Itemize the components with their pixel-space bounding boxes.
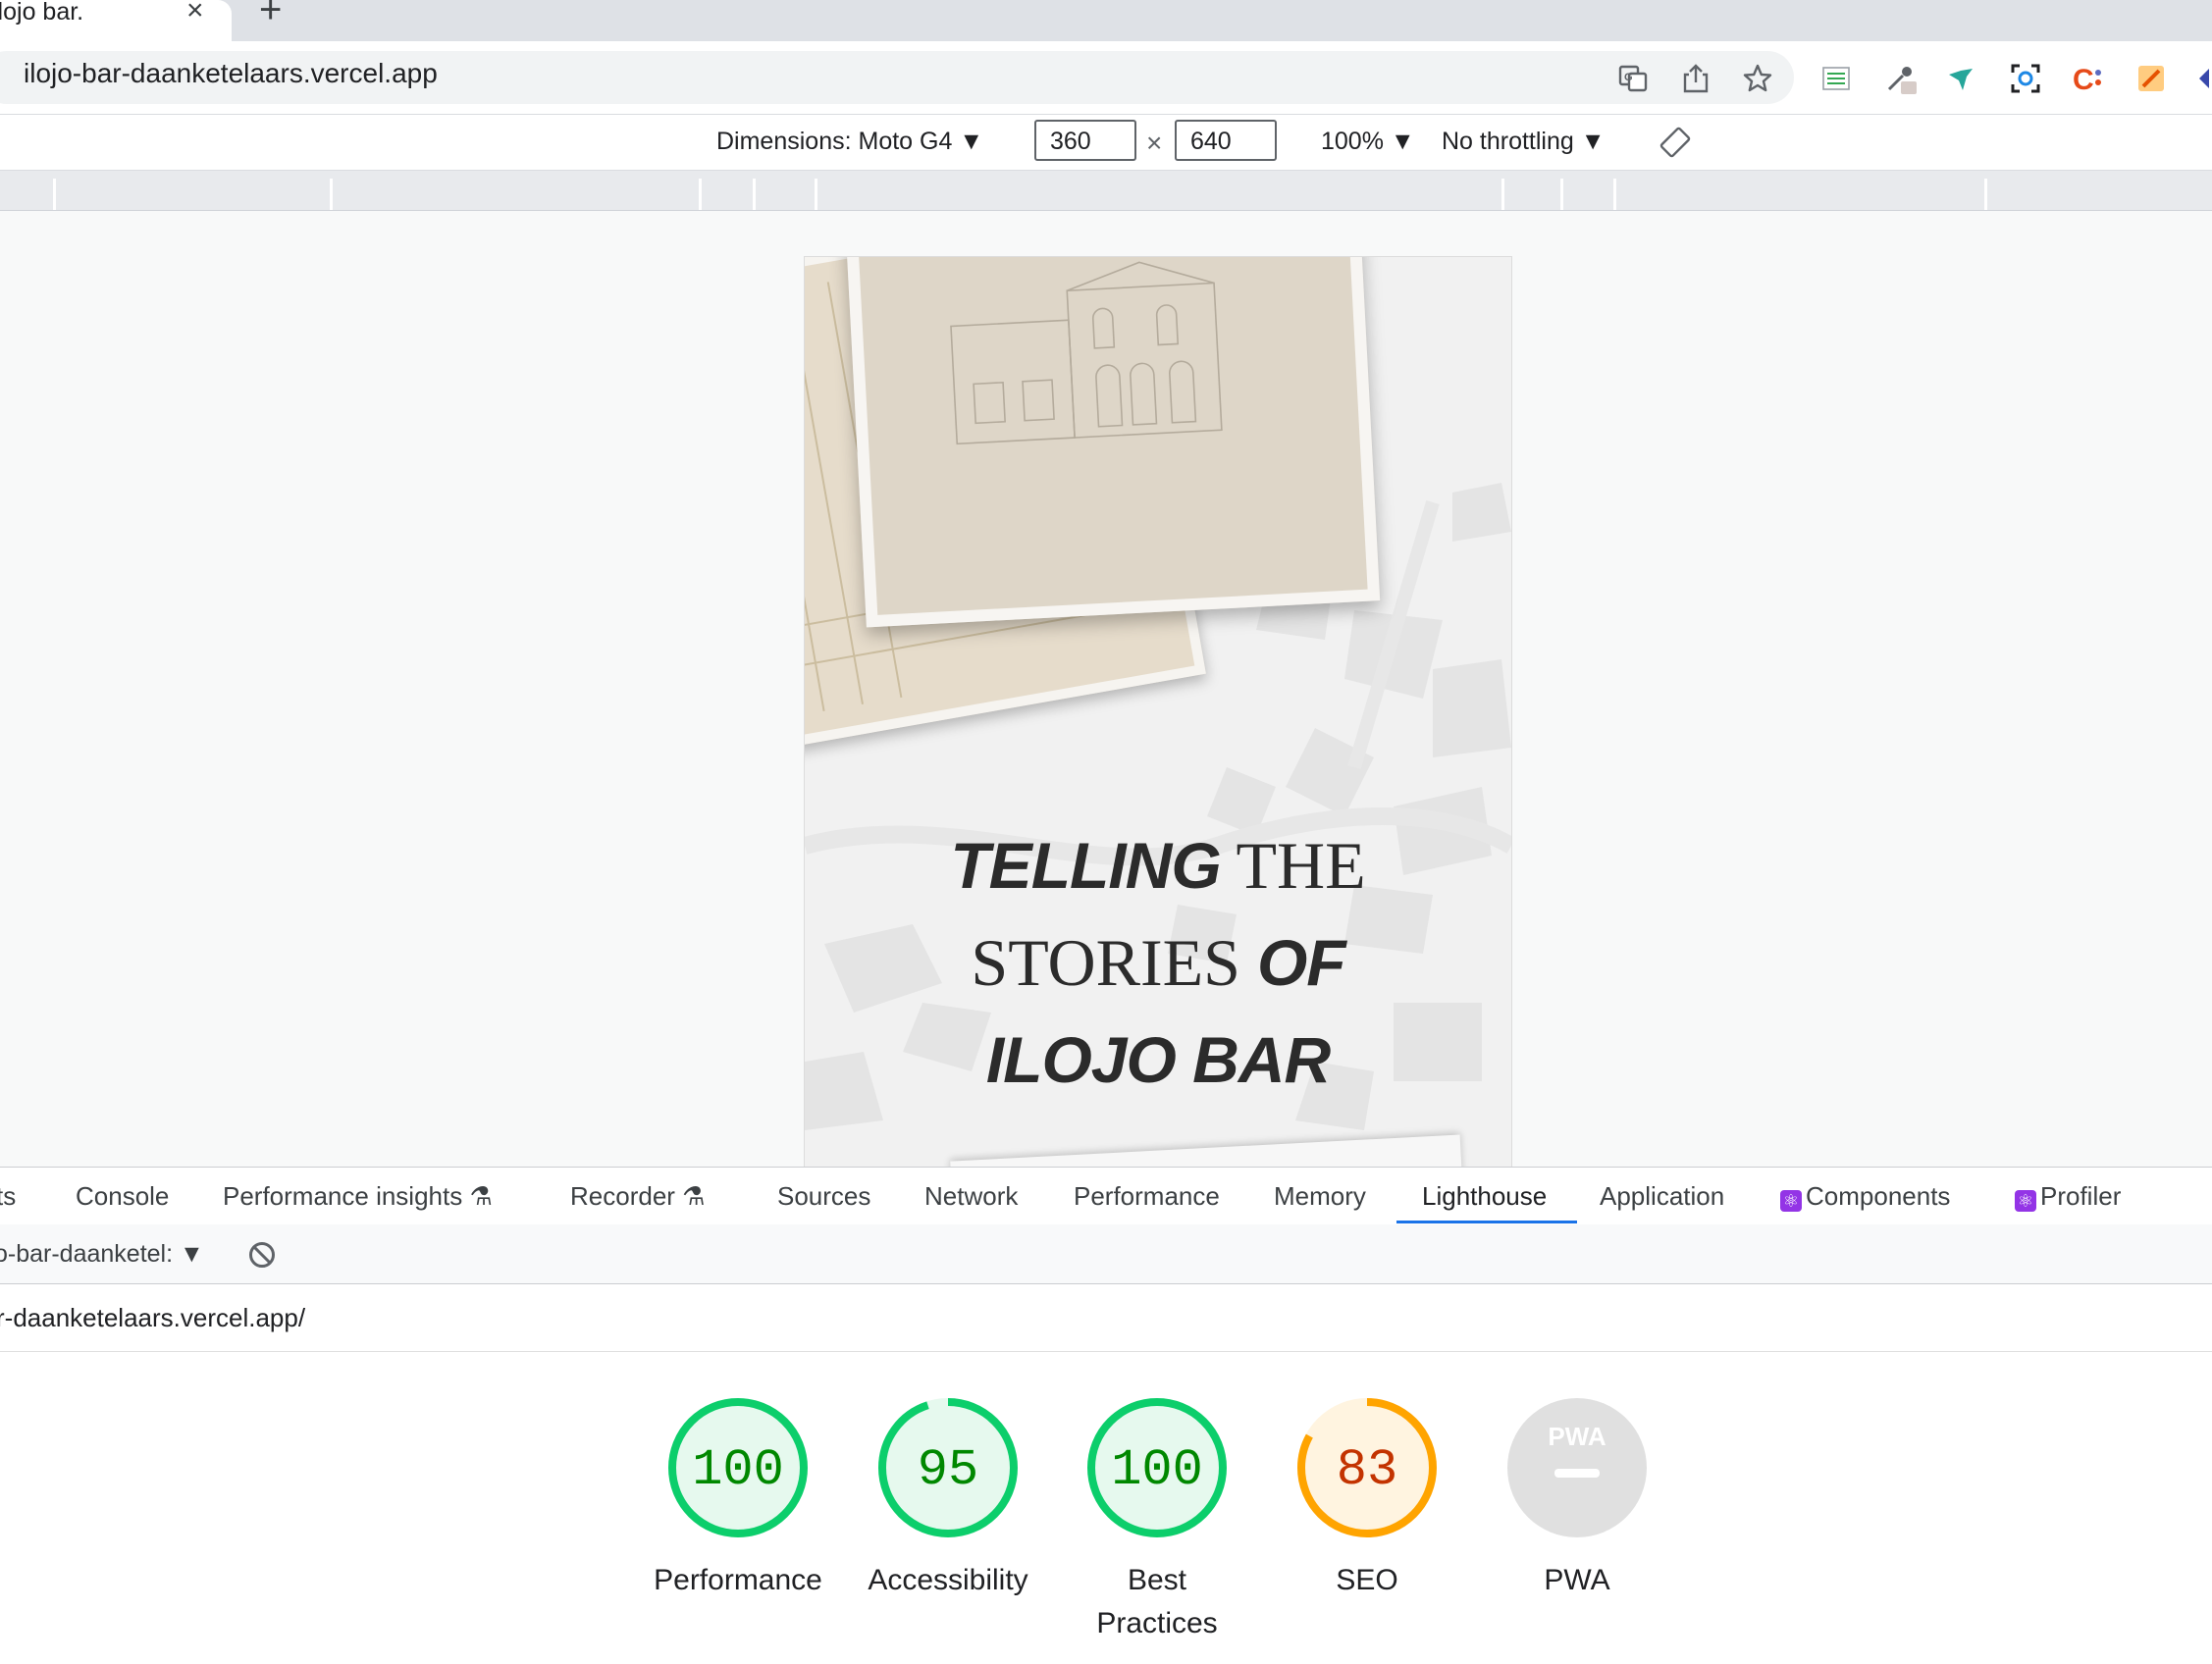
- tab-lighthouse[interactable]: Lighthouse: [1422, 1181, 1547, 1212]
- report-url: r-daanketelaars.vercel.app/: [0, 1303, 306, 1332]
- tab-sources[interactable]: Sources: [777, 1181, 870, 1212]
- lighthouse-toolbar: [0, 1224, 2212, 1284]
- url-text[interactable]: ilojo-bar-daanketelaars.vercel.app: [24, 58, 438, 89]
- dimensions-select[interactable]: Dimensions: Moto G4 ▼: [716, 128, 983, 156]
- tab-console[interactable]: Console: [76, 1181, 169, 1212]
- hero-line-3: ILOJO BAR: [985, 1023, 1331, 1096]
- tab-recorder[interactable]: Recorder ⚗: [570, 1181, 705, 1212]
- tab-memory[interactable]: Memory: [1274, 1181, 1366, 1212]
- react-icon: ⚛: [1780, 1190, 1802, 1212]
- ruler-tick[interactable]: [815, 179, 817, 210]
- ruler-tick[interactable]: [753, 179, 756, 210]
- tab-performance[interactable]: Performance: [1074, 1181, 1220, 1212]
- tab-network[interactable]: Network: [924, 1181, 1018, 1212]
- report-select[interactable]: o-bar-daanketel: ▼: [0, 1240, 204, 1269]
- sheets-ext-icon[interactable]: [1818, 61, 1854, 96]
- ruler-tick[interactable]: [1560, 179, 1563, 210]
- tab-profiler-label: Profiler: [2040, 1181, 2122, 1211]
- ruler-tick[interactable]: [330, 179, 333, 210]
- share-icon[interactable]: [1678, 61, 1713, 96]
- tab-components-label: Components: [1806, 1181, 1951, 1211]
- tab-profiler[interactable]: ⚛ Profiler: [2015, 1181, 2121, 1212]
- pwa-badge-text: PWA: [1548, 1422, 1606, 1451]
- hero-title: TELLING THE STORIES OF ILOJO BAR: [805, 826, 1511, 1118]
- score-label: Performance: [654, 1564, 822, 1596]
- star-icon[interactable]: [1740, 61, 1775, 96]
- score-label: SEO: [1336, 1564, 1398, 1596]
- tab-title: ilojo bar.: [0, 0, 84, 26]
- ruler-tick[interactable]: [1613, 179, 1616, 210]
- tab-application[interactable]: Application: [1600, 1181, 1724, 1212]
- translate-icon[interactable]: G: [1615, 61, 1651, 96]
- device-frame[interactable]: TELLING THE STORIES OF ILOJO BAR: [805, 257, 1511, 1167]
- ruler-tick[interactable]: [1984, 179, 1987, 210]
- score-value: 100: [692, 1441, 784, 1499]
- score-label: PWA: [1544, 1564, 1610, 1596]
- width-input[interactable]: 360: [1034, 120, 1136, 161]
- ruler-tick[interactable]: [1501, 179, 1504, 210]
- new-tab-button[interactable]: +: [259, 0, 282, 32]
- svg-text:C: C: [2073, 64, 2094, 95]
- active-tab-indicator: [1396, 1221, 1577, 1223]
- react-icon: ⚛: [2015, 1190, 2036, 1212]
- height-input[interactable]: 640: [1175, 120, 1277, 161]
- score-value: 100: [1111, 1441, 1203, 1499]
- gauge-pwa[interactable]: PWA: [1503, 1394, 1651, 1541]
- ruler-tick[interactable]: [53, 179, 56, 210]
- bird-ext-icon[interactable]: [1943, 61, 1978, 96]
- clear-icon[interactable]: [247, 1240, 277, 1270]
- zoom-select[interactable]: 100% ▼: [1321, 128, 1415, 156]
- hero-line-2: STORIES OF: [971, 925, 1345, 1000]
- report-url-row: [0, 1284, 2212, 1352]
- pwa-dash-icon: [1554, 1469, 1600, 1478]
- score-label: Accessibility: [868, 1564, 1028, 1596]
- score-value: 95: [917, 1441, 979, 1499]
- throttling-select[interactable]: No throttling ▼: [1442, 128, 1605, 156]
- dimension-separator: ×: [1146, 128, 1163, 158]
- tab-components[interactable]: ⚛ Components: [1780, 1181, 1950, 1212]
- hero-line-1: TELLING THE: [950, 828, 1366, 903]
- photo-card-front: [845, 257, 1381, 628]
- ruler-tick[interactable]: [699, 179, 702, 210]
- profile-ext-icon[interactable]: [2190, 61, 2212, 96]
- tab-elements[interactable]: ts: [0, 1181, 16, 1212]
- score-value: 83: [1336, 1441, 1398, 1499]
- rotate-icon[interactable]: [1659, 126, 1692, 159]
- score-label: Best Practices: [1096, 1564, 1218, 1639]
- c-ext-icon[interactable]: C: [2071, 61, 2106, 96]
- tab-performance-insights[interactable]: Performance insights ⚗: [223, 1181, 493, 1212]
- svg-text:G: G: [1624, 72, 1633, 83]
- screenshot-ext-icon[interactable]: [2008, 61, 2043, 96]
- building-sketch: [950, 261, 1223, 445]
- tab-strip: [0, 0, 2212, 41]
- eyedropper-ext-icon[interactable]: [1882, 61, 1918, 96]
- highlighter-ext-icon[interactable]: [2133, 61, 2169, 96]
- close-tab-icon[interactable]: ×: [186, 0, 204, 27]
